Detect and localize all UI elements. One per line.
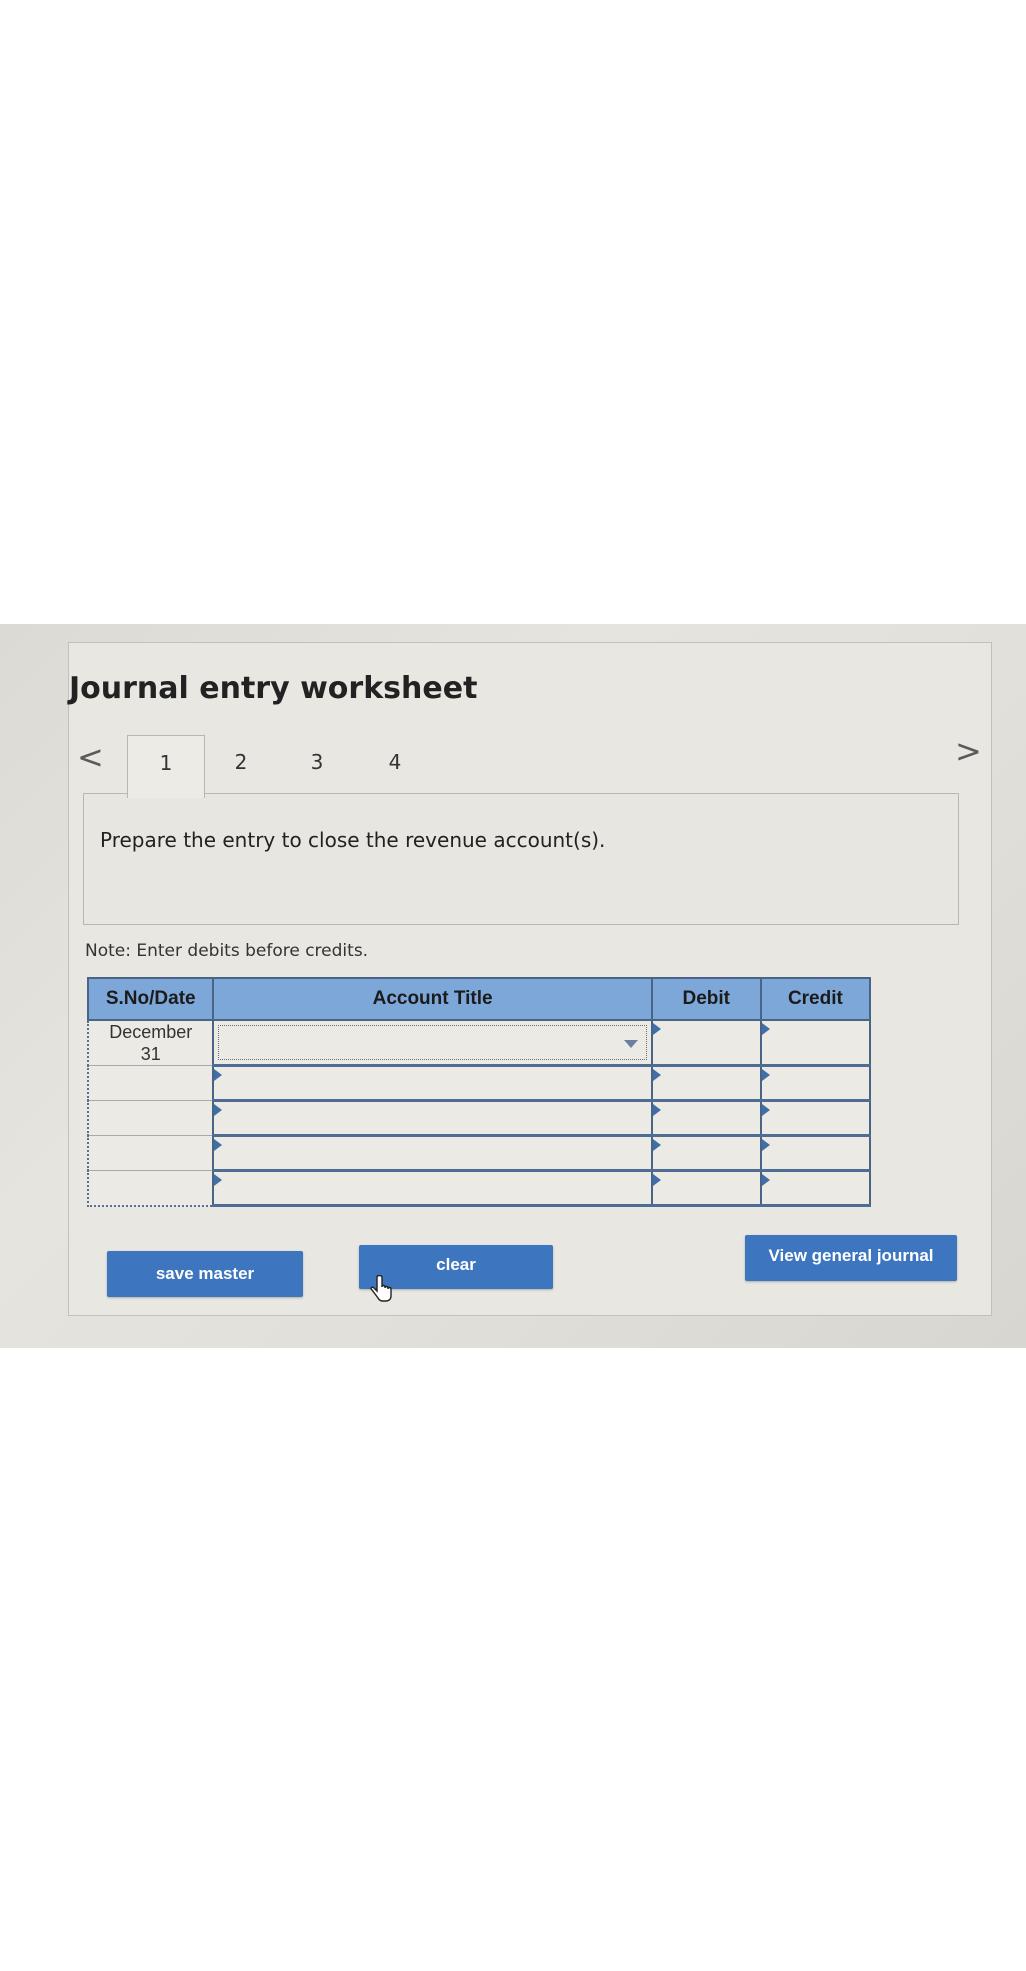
worksheet-title: Journal entry worksheet [69,671,478,706]
hand-pointer-svg [370,1274,392,1302]
account-cell[interactable] [212,1170,653,1207]
debit-cell[interactable] [650,1170,762,1207]
journal-worksheet-panel: Journal entry worksheet < > 1 2 3 4 Prep… [68,642,992,1316]
table-row [87,1065,872,1102]
date-cell[interactable] [87,1100,215,1136]
debit-cell[interactable] [650,1020,762,1067]
cell-marker-icon [214,1069,223,1081]
table-row [87,1100,872,1137]
tab-4[interactable]: 4 [357,735,433,797]
table-row [87,1170,872,1207]
account-cell[interactable] [212,1100,653,1137]
account-cell[interactable] [212,1065,653,1102]
header-account-title: Account Title [212,977,653,1021]
table-row: December 31 [87,1020,872,1067]
date-day: 31 [140,1044,161,1064]
note-text: Note: Enter debits before credits. [85,941,369,961]
prev-arrow-icon[interactable]: < [77,741,104,773]
cell-marker-icon [214,1174,223,1186]
header-date: S.No/Date [86,977,215,1021]
prompt-box: Prepare the entry to close the revenue a… [83,793,959,925]
prompt-text: Prepare the entry to close the revenue a… [100,828,606,852]
table-row [87,1135,872,1172]
debit-cell[interactable] [650,1100,762,1137]
cell-marker-icon [652,1069,661,1081]
credit-cell[interactable] [759,1100,872,1137]
cell-marker-icon [214,1139,223,1151]
cell-marker-icon [652,1023,661,1035]
cell-marker-icon [652,1174,661,1186]
cell-marker-icon [214,1104,223,1116]
view-general-journal-button[interactable]: View general journal [745,1235,957,1281]
date-cell[interactable] [87,1170,215,1206]
account-cell[interactable] [212,1020,653,1067]
credit-cell[interactable] [759,1135,872,1172]
cell-marker-icon [761,1139,770,1151]
table-header-row: S.No/Date Account Title Debit Credit [86,977,872,1021]
debit-cell[interactable] [650,1135,762,1172]
date-cell[interactable] [87,1135,215,1171]
cell-marker-icon [652,1104,661,1116]
credit-cell[interactable] [759,1020,872,1067]
header-debit: Debit [650,977,762,1021]
account-dropdown[interactable] [218,1025,647,1060]
cell-marker-icon [761,1023,770,1035]
tab-3[interactable]: 3 [279,735,355,797]
credit-cell[interactable] [759,1170,872,1207]
cell-marker-icon [761,1104,770,1116]
chevron-down-icon[interactable] [623,1040,638,1048]
screen-photo: Journal entry worksheet < > 1 2 3 4 Prep… [0,624,1026,1348]
date-cell: December 31 [87,1020,215,1066]
debit-cell[interactable] [650,1065,762,1102]
account-cell[interactable] [212,1135,653,1172]
tab-1[interactable]: 1 [127,735,205,798]
cell-marker-icon [761,1069,770,1081]
next-arrow-icon[interactable]: > [955,735,982,767]
credit-cell[interactable] [759,1065,872,1102]
cell-marker-icon [761,1174,770,1186]
cell-marker-icon [652,1139,661,1151]
save-master-button[interactable]: save master [107,1251,303,1297]
tab-2[interactable]: 2 [203,735,279,797]
date-cell[interactable] [87,1065,215,1101]
journal-table: S.No/Date Account Title Debit Credit Dec… [86,977,872,1207]
hand-pointer-icon [369,1274,393,1312]
date-month: December [109,1022,193,1042]
header-credit: Credit [759,977,872,1021]
